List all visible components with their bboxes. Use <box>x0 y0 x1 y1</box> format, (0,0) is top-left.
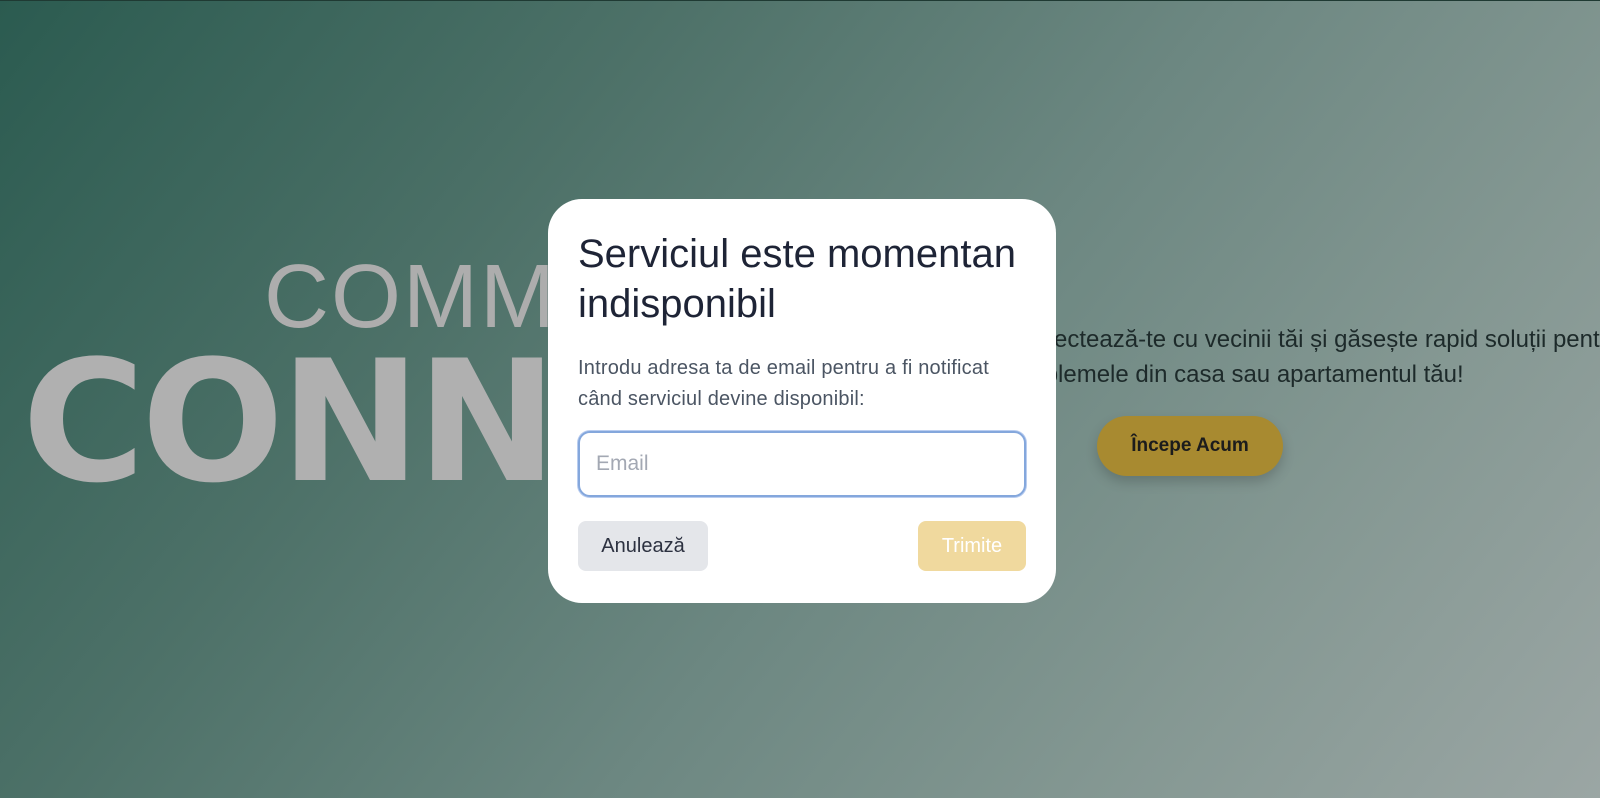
email-input[interactable] <box>578 431 1026 497</box>
modal-description: Introdu adresa ta de email pentru a fi n… <box>578 357 989 410</box>
submit-button[interactable]: Trimite <box>918 521 1026 571</box>
modal-actions: Anulează Trimite <box>578 521 1026 571</box>
notify-modal: Serviciul este momentan indisponibil Int… <box>548 199 1056 603</box>
modal-title: Serviciul este momentan indisponibil <box>578 232 1016 326</box>
cancel-button[interactable]: Anulează <box>578 521 708 571</box>
